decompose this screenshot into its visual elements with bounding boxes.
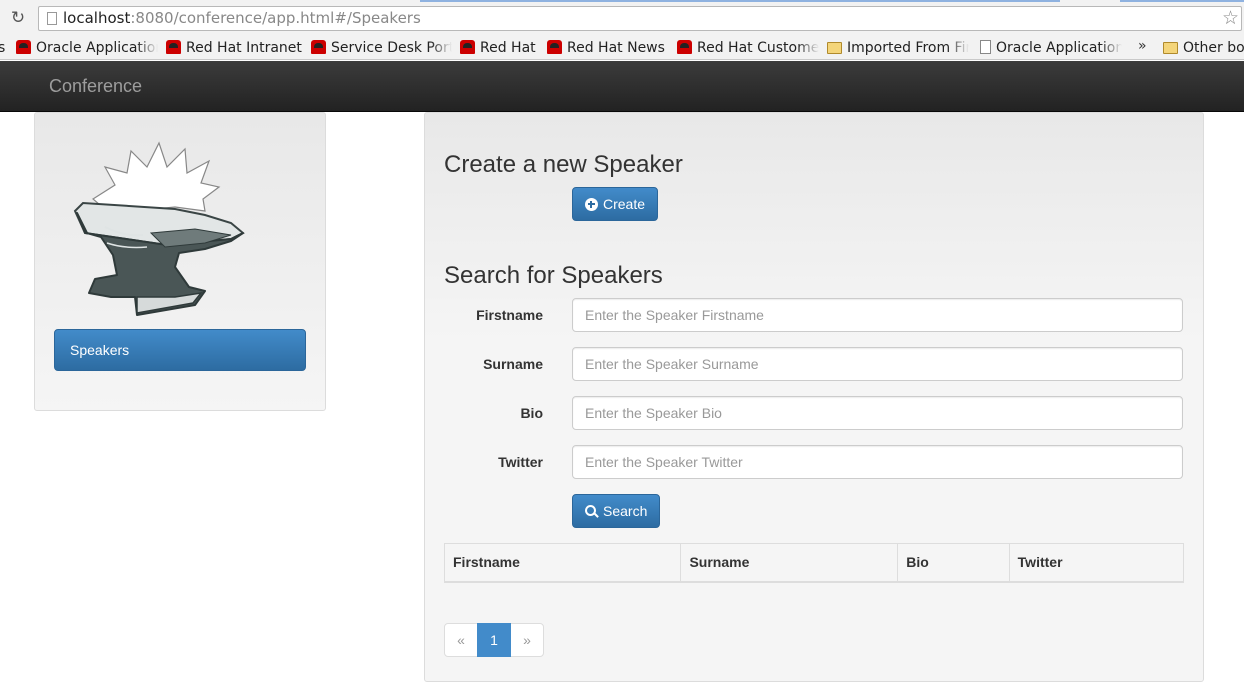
page-icon [47, 12, 57, 25]
search-button[interactable]: Search [572, 494, 661, 528]
firstname-label: Firstname [476, 307, 543, 323]
bio-input[interactable] [572, 396, 1183, 430]
navbar-brand[interactable]: Conference [49, 75, 142, 97]
bookmark-item[interactable]: Oracle Applications [980, 39, 1122, 57]
create-button-label: Create [603, 196, 646, 212]
browser-toolbar: ↻ localhost:8080/conference/app.html#/Sp… [0, 0, 1244, 36]
bookmark-item[interactable]: Service Desk Portal [311, 39, 452, 57]
search-icon [585, 505, 598, 518]
bookmark-item[interactable]: Imported From Firefox [827, 39, 969, 57]
redhat-icon [311, 40, 326, 54]
column-header-firstname[interactable]: Firstname [443, 543, 682, 583]
navbar: Conference [0, 61, 1244, 112]
folder-icon [827, 42, 842, 54]
bookmarks-bar: s Oracle Applications Red Hat Intranet S… [0, 36, 1244, 60]
create-button[interactable]: Create [572, 187, 659, 221]
firstname-input[interactable] [572, 298, 1183, 332]
bookmark-star-icon[interactable]: ☆ [1222, 7, 1239, 29]
sidebar: Speakers [34, 112, 326, 411]
address-bar[interactable]: localhost:8080/conference/app.html#/Spea… [38, 6, 1242, 31]
column-header-surname[interactable]: Surname [680, 543, 899, 583]
surname-input[interactable] [572, 347, 1183, 381]
results-table: Firstname Surname Bio Twitter [443, 543, 1185, 583]
plus-circle-icon [585, 198, 598, 211]
search-button-label: Search [603, 503, 648, 519]
create-heading: Create a new Speaker [444, 151, 683, 178]
page-icon [980, 40, 991, 54]
anvil-logo-icon [73, 141, 245, 316]
redhat-icon [677, 40, 692, 54]
bookmark-label: Imported From Firefox [847, 40, 969, 56]
pagination-page-button[interactable]: 1 [477, 623, 511, 657]
bookmark-item[interactable]: Red Hat Intranet [166, 39, 306, 57]
table-header-row: Firstname Surname Bio Twitter [443, 543, 1185, 583]
bookmark-item[interactable]: Oracle Applications [16, 39, 158, 57]
reload-icon[interactable]: ↻ [8, 8, 28, 28]
pagination-prev-button[interactable]: « [444, 623, 478, 657]
bookmark-item[interactable]: Red Hat News [547, 39, 671, 57]
bookmark-label: Red Hat Customer [697, 40, 819, 56]
column-header-bio[interactable]: Bio [897, 543, 1010, 583]
bookmark-label: Oracle Applications [996, 40, 1122, 56]
bookmark-label: Red Hat [480, 40, 536, 56]
pagination-next-button[interactable]: » [510, 623, 544, 657]
sidebar-item-speakers[interactable]: Speakers [54, 329, 306, 371]
bio-label: Bio [520, 405, 543, 421]
redhat-icon [547, 40, 562, 54]
url-text[interactable]: localhost:8080/conference/app.html#/Spea… [63, 9, 421, 28]
bookmark-item[interactable]: Red Hat [460, 39, 542, 57]
folder-icon [1163, 42, 1178, 54]
bookmark-label: Red Hat News [567, 40, 665, 56]
bookmark-label: s [0, 40, 5, 56]
surname-label: Surname [483, 356, 543, 372]
loading-indicator [1120, 0, 1244, 2]
redhat-icon [16, 40, 31, 54]
bookmark-label: Other bookmarks [1183, 40, 1244, 56]
redhat-icon [460, 40, 475, 54]
url-path: :8080/conference/app.html#/Speakers [130, 9, 421, 27]
bookmark-label: Service Desk Portal [331, 40, 452, 56]
redhat-icon [166, 40, 181, 54]
bookmark-label: Oracle Applications [36, 40, 158, 56]
url-host: localhost [63, 9, 131, 27]
bookmark-item[interactable]: s [0, 39, 8, 57]
main-panel: Create a new Speaker Create Search for S… [424, 112, 1204, 682]
bookmark-item[interactable]: Red Hat Customer [677, 39, 819, 57]
bookmark-label: Red Hat Intranet [186, 40, 302, 56]
search-heading: Search for Speakers [444, 262, 663, 289]
column-header-twitter[interactable]: Twitter [1008, 543, 1185, 583]
bookmarks-overflow-button[interactable]: » [1138, 38, 1147, 54]
other-bookmarks-folder[interactable]: Other bookmarks [1163, 39, 1244, 57]
twitter-label: Twitter [498, 454, 543, 470]
loading-indicator [420, 0, 1060, 2]
pagination: « 1 » [444, 623, 544, 657]
twitter-input[interactable] [572, 445, 1183, 479]
